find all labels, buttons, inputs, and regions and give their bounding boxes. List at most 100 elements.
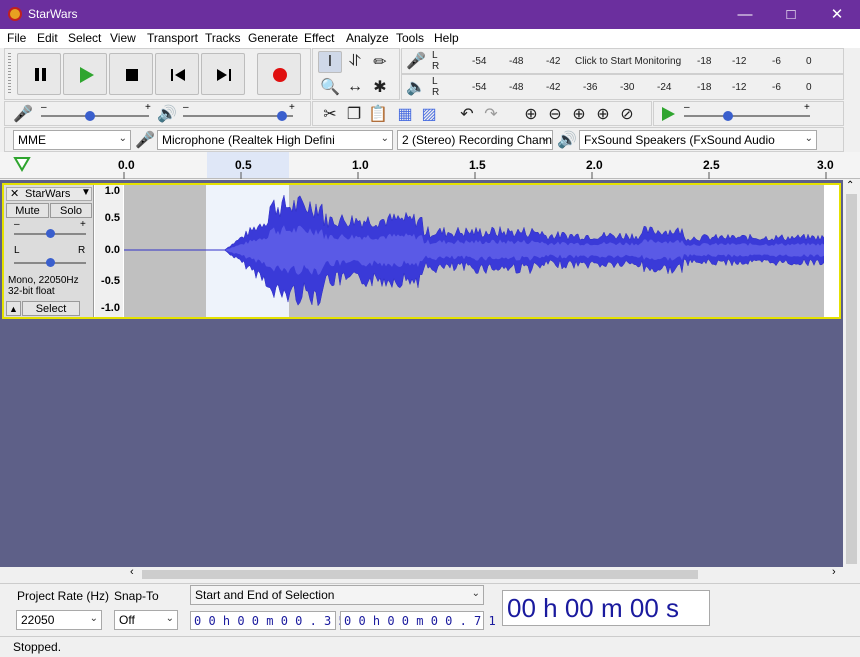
- recording-channels-dropdown[interactable]: 2 (Stereo) Recording Chann ⌄: [397, 130, 553, 150]
- output-volume-icon-button[interactable]: 🔊: [155, 103, 179, 125]
- undo-button[interactable]: ↶: [455, 103, 479, 125]
- scroll-up-icon[interactable]: ⌃: [846, 180, 854, 191]
- playback-speed-thumb[interactable]: [723, 111, 733, 121]
- device-toolbar: MME ⌄ 🎤 Microphone (Realtek High Defini ⌄ …: [4, 127, 844, 152]
- recording-meter[interactable]: -54 -48 -42 Click to Start Monitoring -1…: [442, 50, 842, 73]
- pause-button[interactable]: [17, 53, 61, 95]
- tools-toolbar: I ⥯ ✏ 🔍 ↔ ✱: [312, 48, 400, 100]
- horizontal-scroll-thumb[interactable]: [142, 570, 698, 579]
- solo-button[interactable]: Solo: [50, 203, 92, 218]
- pan-slider-thumb[interactable]: [46, 258, 55, 267]
- meter-tick: -6: [772, 56, 781, 67]
- silence-button[interactable]: ▨: [417, 103, 441, 125]
- close-track-icon[interactable]: ✕: [10, 187, 19, 200]
- close-window-button[interactable]: ✕: [814, 0, 860, 29]
- menu-analyze[interactable]: Analyze: [346, 31, 389, 45]
- cut-button[interactable]: ✂: [318, 103, 342, 125]
- zoom-toggle-button[interactable]: ⊘: [615, 103, 639, 125]
- playback-device-dropdown[interactable]: FxSound Speakers (FxSound Audio ⌄: [579, 130, 817, 150]
- zoom-tool[interactable]: 🔍: [318, 76, 342, 98]
- meter-tick: -12: [732, 56, 747, 67]
- channel-right-label: R: [432, 61, 440, 72]
- menu-help[interactable]: Help: [434, 31, 459, 45]
- start-monitoring-prompt[interactable]: Click to Start Monitoring: [575, 56, 681, 67]
- audio-position-display[interactable]: 00 h 00 m 00 s: [502, 590, 710, 626]
- gain-plus-label: +: [80, 219, 86, 230]
- play-at-speed-button[interactable]: [656, 103, 680, 125]
- minimize-button[interactable]: —: [722, 0, 768, 29]
- skip-start-icon: [171, 69, 185, 81]
- menu-tracks[interactable]: Tracks: [205, 31, 241, 45]
- paste-button[interactable]: 📋: [366, 103, 390, 125]
- select-track-button[interactable]: Select: [22, 301, 80, 316]
- multi-tool[interactable]: ✱: [368, 76, 392, 98]
- scale-label: 0.5: [104, 212, 120, 224]
- vertical-scrollbar[interactable]: ⌃: [843, 180, 860, 567]
- triangle-down-icon[interactable]: ▼: [81, 187, 91, 198]
- menu-transport[interactable]: Transport: [147, 31, 198, 45]
- menu-tools[interactable]: Tools: [396, 31, 424, 45]
- snap-to-dropdown[interactable]: Off ⌄: [114, 610, 178, 630]
- copy-button[interactable]: ❐: [342, 103, 366, 125]
- input-volume-slider[interactable]: [41, 115, 149, 117]
- waveform-display[interactable]: [124, 185, 824, 317]
- chevron-down-icon: ⌄: [804, 133, 813, 144]
- zoom-in-button[interactable]: ⊕: [519, 103, 543, 125]
- record-button[interactable]: [257, 53, 301, 95]
- play-button[interactable]: [63, 53, 107, 95]
- skip-to-start-button[interactable]: [155, 53, 199, 95]
- selection-mode-dropdown[interactable]: Start and End of Selection ⌄: [190, 585, 484, 605]
- menu-generate[interactable]: Generate: [248, 31, 298, 45]
- playback-meter[interactable]: -54 -48 -42 -36 -30 -24 -18 -12 -6 0: [442, 76, 842, 99]
- track-name[interactable]: StarWars: [25, 188, 70, 200]
- maximize-button[interactable]: □: [768, 0, 814, 29]
- collapse-track-button[interactable]: ▲: [6, 301, 21, 316]
- playback-meter-button[interactable]: 🔈: [404, 76, 428, 98]
- scroll-left-icon[interactable]: ‹: [130, 566, 134, 578]
- skip-to-end-button[interactable]: [201, 53, 245, 95]
- menu-edit[interactable]: Edit: [37, 31, 58, 45]
- time-shift-tool[interactable]: ↔: [343, 76, 367, 98]
- meter-tick: -48: [509, 82, 524, 93]
- menu-select[interactable]: Select: [68, 31, 101, 45]
- pan-left-label: L: [14, 245, 20, 256]
- fit-selection-button[interactable]: ⊕: [567, 103, 591, 125]
- redo-button[interactable]: ↷: [479, 103, 503, 125]
- audio-host-dropdown[interactable]: MME ⌄: [13, 130, 131, 150]
- menu-effect[interactable]: Effect: [304, 31, 334, 45]
- mute-button[interactable]: Mute: [6, 203, 49, 218]
- selection-end-time[interactable]: 0 0 h 0 0 m 0 0 . 7 1 2 s: [340, 611, 525, 630]
- amplitude-scale[interactable]: 1.0 0.5 0.0 -0.5 -1.0: [95, 185, 123, 317]
- trim-button[interactable]: ▦: [393, 103, 417, 125]
- zoom-out-button[interactable]: ⊖: [543, 103, 567, 125]
- horizontal-scrollbar[interactable]: ‹ ›: [127, 566, 843, 582]
- project-rate-dropdown[interactable]: 22050 ⌄: [16, 610, 102, 630]
- minus-icon: –: [183, 102, 189, 113]
- recording-device-dropdown[interactable]: Microphone (Realtek High Defini ⌄: [157, 130, 393, 150]
- fit-project-button[interactable]: ⊕: [591, 103, 615, 125]
- timeline-ruler[interactable]: 0.0 0.5 1.0 1.5 2.0 2.5 3.0: [0, 152, 860, 179]
- i-beam-icon: I: [327, 53, 333, 70]
- envelope-tool[interactable]: ⥯: [343, 51, 367, 73]
- menu-view[interactable]: View: [110, 31, 136, 45]
- track-control-panel: ✕ StarWars ▼ Mute Solo – + L R Mono, 220…: [4, 185, 94, 317]
- gain-slider-thumb[interactable]: [46, 229, 55, 238]
- menu-file[interactable]: File: [7, 31, 26, 45]
- vertical-scroll-thumb[interactable]: [846, 194, 857, 564]
- input-volume-icon-button[interactable]: 🎤: [11, 103, 35, 125]
- track-name-bar[interactable]: ✕ StarWars ▼: [6, 187, 92, 201]
- draw-tool[interactable]: ✏: [368, 51, 392, 73]
- selection-tool[interactable]: I: [318, 51, 342, 73]
- chevron-down-icon: ⌄: [89, 613, 98, 624]
- input-volume-thumb[interactable]: [85, 111, 95, 121]
- stop-button[interactable]: [109, 53, 153, 95]
- record-meter-button[interactable]: 🎤: [404, 50, 428, 72]
- playback-speed-slider[interactable]: [684, 115, 810, 117]
- meter-tick: -30: [620, 82, 635, 93]
- toolbar-grip[interactable]: [8, 53, 11, 95]
- selection-start-time[interactable]: 0 0 h 0 0 m 0 0 . 3 5 4 s: [190, 611, 375, 630]
- scroll-right-icon[interactable]: ›: [832, 566, 836, 578]
- snap-to-label: Snap-To: [114, 589, 159, 603]
- meter-tick: -18: [697, 56, 712, 67]
- output-volume-thumb[interactable]: [277, 111, 287, 121]
